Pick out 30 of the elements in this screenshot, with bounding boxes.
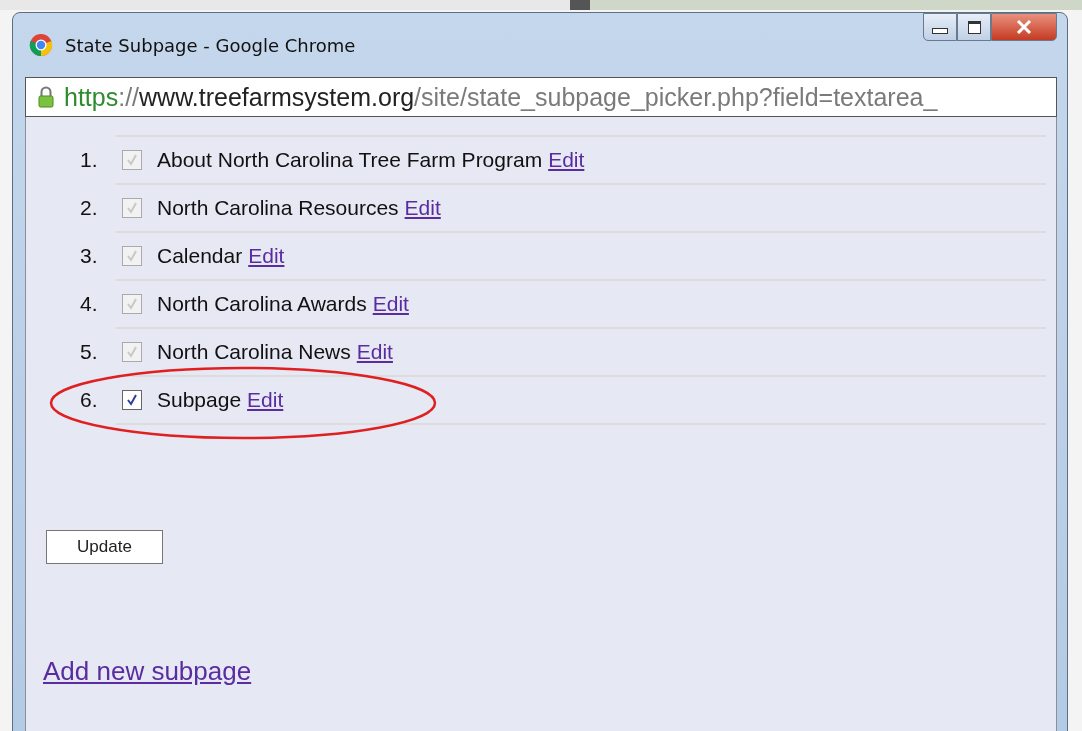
minimize-button[interactable]	[923, 13, 957, 41]
browser-logo-icon	[29, 33, 53, 57]
list-number: 5.	[80, 340, 98, 364]
edit-link[interactable]: Edit	[247, 388, 284, 412]
lock-icon	[38, 86, 54, 108]
update-button[interactable]: Update	[46, 530, 163, 564]
add-subpage-link[interactable]: Add new subpage	[43, 656, 252, 687]
checkbox[interactable]	[122, 390, 142, 410]
close-button[interactable]	[991, 13, 1057, 41]
list-number: 6.	[80, 388, 98, 412]
list-number: 4.	[80, 292, 98, 316]
subpage-title: Subpage	[157, 388, 242, 412]
check-icon	[125, 249, 139, 263]
check-icon	[125, 153, 139, 167]
maximize-button[interactable]	[957, 13, 991, 41]
list-number: 3.	[80, 244, 98, 268]
check-icon	[125, 201, 139, 215]
window-title: State Subpage - Google Chrome	[65, 34, 356, 56]
check-icon	[125, 345, 139, 359]
subpage-title: North Carolina Resources	[157, 196, 399, 220]
address-field[interactable]: https://www.treefarmsystem.org/site/state_subpage_picker.php?field=textarea_	[25, 77, 1057, 117]
subpage-title: Calendar	[157, 244, 243, 268]
subpage-title: North Carolina News	[157, 340, 351, 364]
list-number: 1.	[80, 148, 98, 172]
check-icon	[125, 393, 139, 407]
list-number: 2.	[80, 196, 98, 220]
check-icon	[125, 297, 139, 311]
close-icon	[1016, 20, 1032, 34]
subpage-title: North Carolina Awards	[157, 292, 367, 316]
subpage-title: About North Carolina Tree Farm Program	[157, 148, 543, 172]
